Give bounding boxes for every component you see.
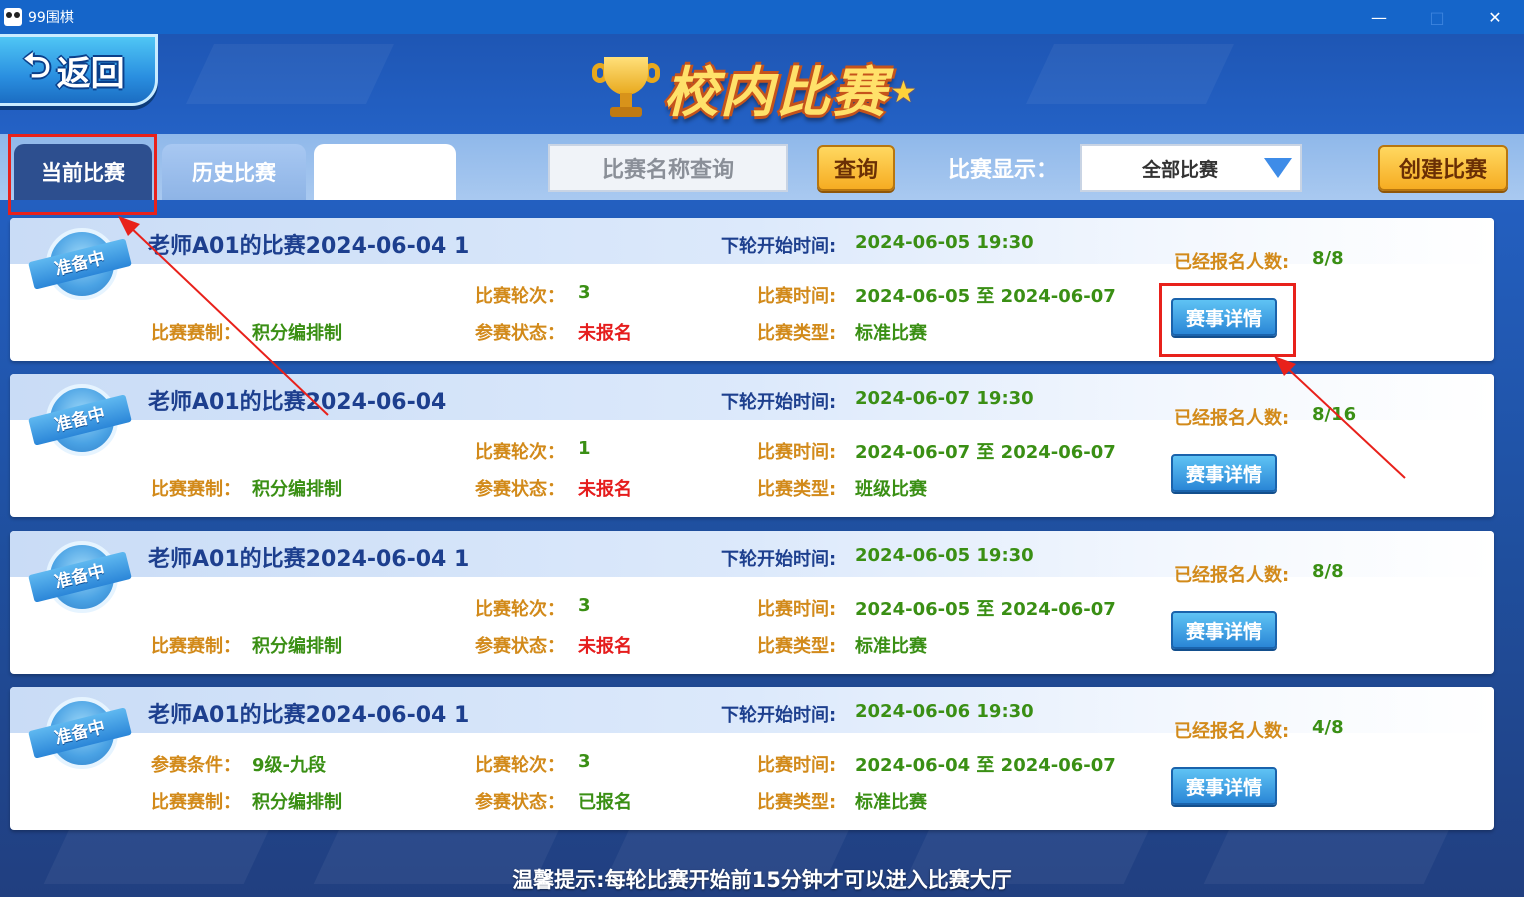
next-round-label: 下轮开始时间: — [721, 705, 837, 726]
match-title: 老师A01的比赛2024-06-04 1 — [148, 547, 470, 572]
format-label: 比赛赛制： — [151, 479, 241, 500]
match-title: 老师A01的比赛2024-06-04 1 — [148, 234, 470, 259]
app-panda-icon — [4, 8, 22, 26]
format-value: 积分编排制 — [252, 636, 342, 657]
match-time-value: 2024-06-04 至 2024-06-07 — [855, 755, 1116, 776]
annotation-highlight-detail — [1159, 283, 1296, 357]
next-round-value: 2024-06-05 19:30 — [855, 545, 1034, 566]
format-label: 比赛赛制： — [151, 792, 241, 813]
type-label: 比赛类型: — [757, 636, 837, 657]
type-label: 比赛类型: — [757, 479, 837, 500]
next-round-value: 2024-06-05 19:30 — [855, 232, 1034, 253]
type-value: 班级比赛 — [855, 479, 927, 500]
tab-history-matches[interactable]: 历史比赛 — [162, 144, 306, 200]
status-label: 参赛状态： — [475, 479, 565, 500]
match-search-input[interactable]: 比赛名称查询 — [548, 144, 788, 192]
match-title: 老师A01的比赛2024-06-04 — [148, 390, 447, 415]
match-card: 准备中 老师A01的比赛2024-06-04 下轮开始时间: 2024-06-0… — [10, 374, 1494, 517]
rounds-value: 3 — [578, 751, 591, 772]
next-round-value: 2024-06-07 19:30 — [855, 388, 1034, 409]
status-label: 参赛状态： — [475, 792, 565, 813]
minimize-icon[interactable]: — — [1350, 0, 1408, 34]
match-time-value: 2024-06-05 至 2024-06-07 — [855, 286, 1116, 307]
next-round-label: 下轮开始时间: — [721, 549, 837, 570]
back-button[interactable]: ⮌ 返回 — [0, 34, 158, 106]
window-titlebar: 99围棋 — □ ✕ — [0, 0, 1524, 34]
type-label: 比赛类型: — [757, 323, 837, 344]
match-detail-button[interactable]: 赛事详情 — [1171, 454, 1277, 492]
registered-label: 已经报名人数: — [1174, 408, 1290, 429]
close-icon[interactable]: ✕ — [1466, 0, 1524, 34]
type-label: 比赛类型: — [757, 792, 837, 813]
maximize-icon[interactable]: □ — [1408, 0, 1466, 34]
match-card: 准备中 老师A01的比赛2024-06-04 1 下轮开始时间: 2024-06… — [10, 531, 1494, 674]
match-title: 老师A01的比赛2024-06-04 1 — [148, 703, 470, 728]
rounds-label: 比赛轮次： — [475, 755, 565, 776]
registered-label: 已经报名人数: — [1174, 565, 1290, 586]
match-detail-button[interactable]: 赛事详情 — [1171, 767, 1277, 805]
format-label: 比赛赛制： — [151, 323, 241, 344]
registered-value: 8/8 — [1312, 248, 1344, 269]
back-arrow-icon: ⮌ — [23, 45, 51, 86]
match-time-label: 比赛时间: — [757, 755, 837, 776]
rounds-label: 比赛轮次： — [475, 599, 565, 620]
window-title: 99围棋 — [28, 10, 74, 26]
condition-value: 9级-九段 — [252, 755, 326, 776]
window-controls: — □ ✕ — [1350, 0, 1524, 34]
match-time-label: 比赛时间: — [757, 442, 837, 463]
status-badge: 准备中 — [24, 541, 136, 617]
status-value: 未报名 — [578, 636, 632, 657]
status-badge: 准备中 — [24, 384, 136, 460]
status-badge: 准备中 — [24, 697, 136, 773]
star-icon: ★ — [890, 74, 917, 110]
match-detail-button[interactable]: 赛事详情 — [1171, 611, 1277, 649]
status-label: 参赛状态： — [475, 636, 565, 657]
trophy-icon — [590, 47, 660, 127]
status-value: 已报名 — [578, 792, 632, 813]
format-value: 积分编排制 — [252, 792, 342, 813]
status-badge: 准备中 — [24, 228, 136, 304]
create-match-button[interactable]: 创建比赛 — [1378, 145, 1508, 191]
registered-label: 已经报名人数: — [1174, 721, 1290, 742]
display-filter-select[interactable]: 全部比赛 — [1080, 144, 1302, 192]
page-title: 校内比赛 — [664, 60, 888, 124]
type-value: 标准比赛 — [855, 323, 927, 344]
match-time-value: 2024-06-07 至 2024-06-07 — [855, 442, 1116, 463]
match-time-label: 比赛时间: — [757, 286, 837, 307]
condition-label: 参赛条件： — [151, 755, 241, 776]
rounds-value: 3 — [578, 282, 591, 303]
registered-value: 4/8 — [1312, 717, 1344, 738]
registered-value: 8/16 — [1312, 404, 1357, 425]
rounds-value: 3 — [578, 595, 591, 616]
format-value: 积分编排制 — [252, 479, 342, 500]
next-round-value: 2024-06-06 19:30 — [855, 701, 1034, 722]
tip-text: 温馨提示:每轮比赛开始前15分钟才可以进入比赛大厅 — [512, 868, 1012, 892]
tab-blank[interactable] — [314, 144, 456, 200]
rounds-value: 1 — [578, 438, 591, 459]
annotation-highlight-tab — [8, 134, 157, 215]
rounds-label: 比赛轮次： — [475, 286, 565, 307]
display-filter-value: 全部比赛 — [1141, 158, 1218, 181]
format-label: 比赛赛制： — [151, 636, 241, 657]
type-value: 标准比赛 — [855, 636, 927, 657]
next-round-label: 下轮开始时间: — [721, 236, 837, 257]
format-value: 积分编排制 — [252, 323, 342, 344]
status-value: 未报名 — [578, 479, 632, 500]
rounds-label: 比赛轮次： — [475, 442, 565, 463]
back-label: 返回 — [56, 53, 125, 94]
match-card: 准备中 老师A01的比赛2024-06-04 1 下轮开始时间: 2024-06… — [10, 687, 1494, 830]
match-time-label: 比赛时间: — [757, 599, 837, 620]
status-label: 参赛状态： — [475, 323, 565, 344]
display-filter-label: 比赛显示： — [948, 158, 1059, 183]
next-round-label: 下轮开始时间: — [721, 392, 837, 413]
page-header: 校内比赛 ★ — [590, 42, 940, 132]
registered-label: 已经报名人数: — [1174, 252, 1290, 273]
dropdown-arrow-icon — [1264, 158, 1292, 178]
registered-value: 8/8 — [1312, 561, 1344, 582]
type-value: 标准比赛 — [855, 792, 927, 813]
status-value: 未报名 — [578, 323, 632, 344]
match-time-value: 2024-06-05 至 2024-06-07 — [855, 599, 1116, 620]
query-button[interactable]: 查询 — [817, 145, 895, 191]
